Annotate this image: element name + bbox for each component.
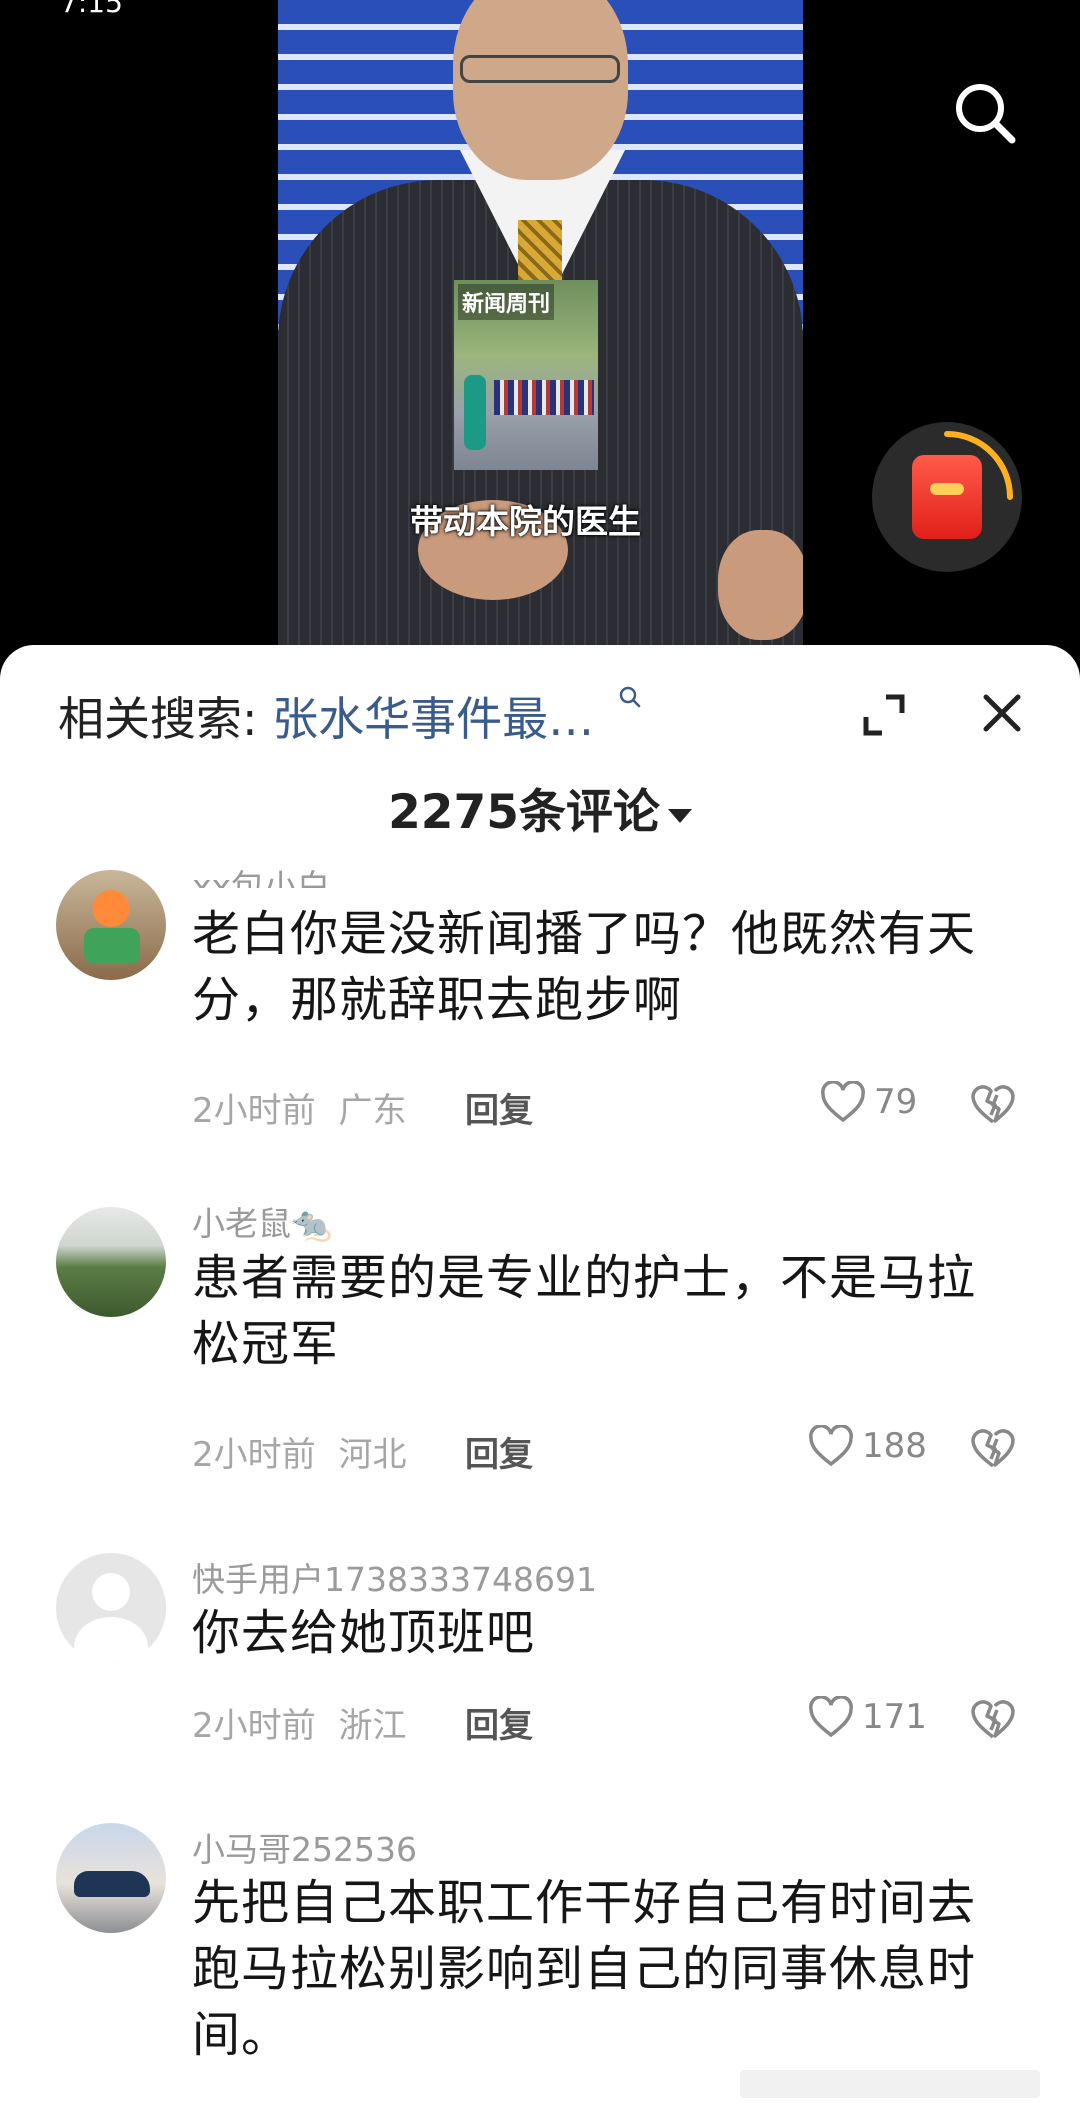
comment-meta: 2小时前 河北 [192,1427,406,1476]
red-packet-button[interactable] [872,422,1022,572]
comment-meta: 2小时前 广东 [192,1083,406,1132]
inset-runner [464,375,486,450]
chevron-down-icon [667,808,692,823]
comment-count: 2275条评论 [388,785,660,840]
avatar[interactable] [56,870,166,980]
reply-button[interactable]: 回复 [465,1427,533,1476]
comment-text[interactable]: 患者需要的是专业的护士，不是马拉松冠军 [192,1245,1022,1377]
related-search[interactable]: 相关搜索: 张水华事件最… [58,683,645,749]
comment-region: 河北 [338,1435,407,1475]
dislike-button[interactable] [970,1425,1016,1471]
search-button[interactable] [950,78,1020,148]
anchor-glasses [460,55,620,83]
broken-heart-icon [971,1429,1015,1468]
like-count: 188 [862,1426,927,1466]
comment-region: 广东 [338,1091,407,1131]
broken-heart-icon [971,1700,1015,1739]
comment-username[interactable]: xx包小白 [192,860,330,888]
search-icon [956,84,1016,144]
red-packet-icon [912,455,982,539]
related-search-query[interactable]: 张水华事件最… [272,692,594,746]
close-button[interactable] [978,689,1026,737]
reply-button[interactable]: 回复 [465,1083,533,1132]
avatar[interactable] [56,1553,166,1663]
broken-heart-icon [971,1085,1015,1124]
related-search-label: 相关搜索: [58,692,258,746]
comment-meta: 2小时前 浙江 [192,1698,406,1747]
heart-icon [809,1696,853,1738]
comment-time: 2小时前 [192,1706,316,1746]
close-icon [983,694,1021,732]
status-time: 7:15 [60,0,123,19]
inset-brand-logo: 新闻周刊 [458,284,555,320]
inset-crowd [494,380,594,415]
like-button[interactable]: 188 [808,1425,927,1467]
reply-button[interactable]: 回复 [465,1698,533,1747]
anchor-hand [718,530,803,640]
heart-icon [809,1425,853,1467]
dislike-button[interactable] [970,1696,1016,1742]
comment-text[interactable]: 先把自己本职工作干好自己有时间去跑马拉松别影响到自己的同事休息时间。 [192,1870,1022,2068]
comment-username[interactable]: 小马哥252536 [192,1823,417,1871]
comment-count-dropdown[interactable]: 2275条评论 [0,773,1080,842]
like-button[interactable]: 79 [820,1081,917,1123]
like-count: 171 [862,1697,927,1737]
video-player[interactable]: 7:15 新闻周刊 带动本院的医生 [0,0,1080,660]
avatar[interactable] [56,1207,166,1317]
inset-news-clip: 新闻周刊 [454,280,598,470]
like-count: 79 [874,1082,918,1122]
heart-icon [821,1081,865,1123]
video-caption: 带动本院的医生 [410,502,641,541]
comment-region: 浙江 [338,1706,407,1746]
comment-time: 2小时前 [192,1435,316,1475]
comment-text[interactable]: 老白你是没新闻播了吗？他既然有天分，那就辞职去跑步啊 [192,901,1022,1033]
dislike-button[interactable] [970,1081,1016,1127]
comment-username[interactable]: 快手用户1738333748691 [192,1553,597,1601]
anchor-head [453,0,628,180]
comment-time: 2小时前 [192,1091,316,1131]
comment-sheet: 相关搜索: 张水华事件最… 2275条评论 xx包小白 老白你是没新闻播了吗？他… [0,645,1080,2111]
like-button[interactable]: 171 [808,1696,927,1738]
search-icon [619,686,640,708]
comment-text[interactable]: 你去给她顶班吧 [192,1600,1022,1666]
comment-username[interactable]: 小老鼠🐀 [192,1197,332,1245]
expand-icon [863,694,905,736]
expand-button[interactable] [862,693,906,737]
avatar[interactable] [56,1823,166,1933]
watermark [740,2070,1040,2098]
